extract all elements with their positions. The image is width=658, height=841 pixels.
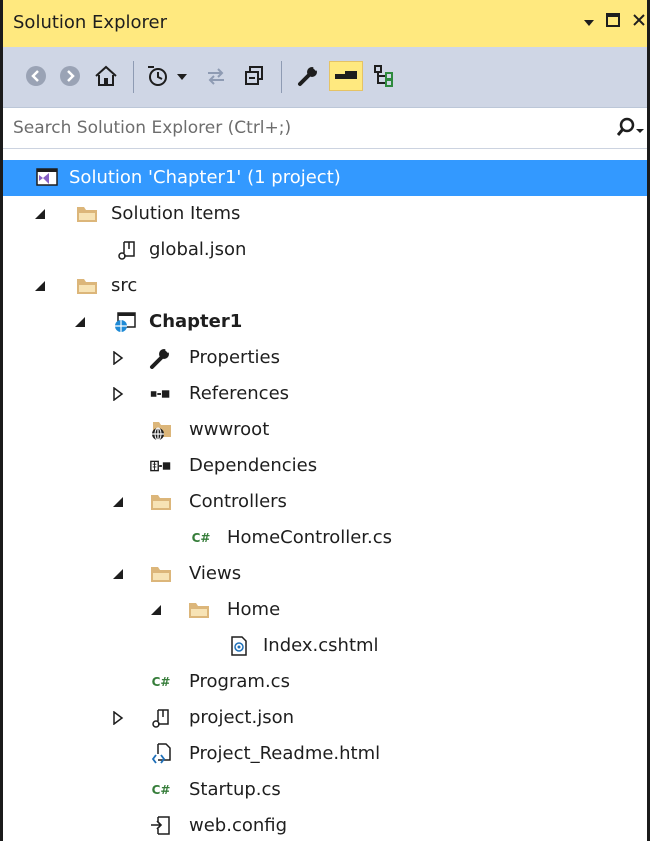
tree-item-label: Program.cs: [189, 671, 290, 692]
folder-icon: [75, 275, 99, 297]
collapse-all-icon[interactable]: [239, 61, 269, 91]
tree-item-startup-cs[interactable]: C# Startup.cs: [3, 772, 647, 808]
tree-item-label: Project_Readme.html: [189, 743, 381, 764]
title-bar: Solution Explorer: [3, 0, 647, 47]
tree-item-web-config[interactable]: web.config: [3, 808, 647, 841]
tree-item-homecontroller[interactable]: C# HomeController.cs: [3, 520, 647, 556]
forward-icon[interactable]: [55, 61, 85, 91]
properties-wrench-icon[interactable]: [293, 61, 323, 91]
maximize-icon[interactable]: [605, 12, 621, 32]
tree-item-project-json[interactable]: project.json: [3, 700, 647, 736]
collapsed-arrow-icon[interactable]: [111, 711, 125, 725]
tree-item-label: web.config: [189, 815, 288, 836]
tree-item-references[interactable]: References: [3, 376, 647, 412]
cshtml-file-icon: [227, 635, 251, 657]
home-icon[interactable]: [91, 61, 121, 91]
expanded-arrow-icon[interactable]: [111, 495, 125, 509]
expanded-arrow-icon[interactable]: [33, 207, 47, 221]
tree-item-controllers[interactable]: Controllers: [3, 484, 647, 520]
tree-item-index-cshtml[interactable]: Index.cshtml: [3, 628, 647, 664]
tree-item-label: Chapter1: [149, 311, 243, 332]
pending-changes-icon[interactable]: [143, 61, 195, 91]
json-file-icon: [149, 707, 173, 729]
globe-folder-icon: [149, 419, 173, 441]
web-project-icon: [113, 311, 137, 333]
tree-item-label: project.json: [189, 707, 294, 728]
view-switch-icon[interactable]: [369, 61, 399, 91]
sync-icon[interactable]: [201, 61, 231, 91]
back-icon[interactable]: [21, 61, 51, 91]
tree-item-label: Controllers: [189, 491, 287, 512]
collapsed-arrow-icon[interactable]: [111, 351, 125, 365]
folder-icon: [75, 203, 99, 225]
tree-item-label: Dependencies: [189, 455, 318, 476]
close-icon[interactable]: [631, 12, 647, 32]
tree-item-home[interactable]: Home: [3, 592, 647, 628]
json-file-icon: [115, 239, 139, 261]
toolbar: [3, 47, 647, 108]
tree-item-project-readme[interactable]: Project_Readme.html: [3, 736, 647, 772]
window-controls: [573, 12, 647, 32]
tree-item-label: Solution 'Chapter1' (1 project): [69, 167, 341, 188]
search-options[interactable]: [616, 117, 645, 141]
dropdown-icon[interactable]: [583, 13, 595, 32]
wrench-icon: [149, 347, 173, 369]
toolbar-separator: [281, 61, 282, 93]
folder-icon: [149, 563, 173, 585]
html-file-icon: [149, 743, 173, 765]
expanded-arrow-icon[interactable]: [33, 279, 47, 293]
tree-item-label: Home: [227, 599, 281, 620]
collapsed-arrow-icon[interactable]: [111, 387, 125, 401]
tree-item-label: References: [189, 383, 290, 404]
tree-item-dependencies[interactable]: Dependencies: [3, 448, 647, 484]
tree-item-label: Views: [189, 563, 242, 584]
expanded-arrow-icon[interactable]: [111, 567, 125, 581]
csharp-file-icon: C#: [191, 531, 211, 545]
toolbar-separator: [133, 61, 134, 93]
csharp-file-icon: C#: [151, 783, 171, 797]
chevron-down-icon[interactable]: [635, 120, 645, 139]
tree-item-label: HomeController.cs: [227, 527, 393, 548]
search-icon[interactable]: [616, 117, 635, 141]
search-input[interactable]: [13, 114, 603, 142]
tree-item-label: src: [111, 275, 138, 296]
solution-explorer-window: Solution Explorer Search Solution Explor…: [0, 0, 650, 841]
tree-item-solution-items[interactable]: Solution Items: [3, 196, 647, 232]
tree-item-label: Index.cshtml: [263, 635, 379, 656]
folder-icon: [187, 599, 211, 621]
preview-selected-icon[interactable]: [329, 61, 363, 91]
tree-item-label: wwwroot: [189, 419, 270, 440]
tree-item-label: Solution Items: [111, 203, 241, 224]
tree-item-label: global.json: [149, 239, 247, 260]
solution-icon: [35, 167, 59, 189]
tree-item-properties[interactable]: Properties: [3, 340, 647, 376]
expanded-arrow-icon[interactable]: [73, 315, 87, 329]
tree-item-program-cs[interactable]: C# Program.cs: [3, 664, 647, 700]
tree-item-global-json[interactable]: global.json: [3, 232, 647, 268]
references-icon: [149, 383, 173, 405]
tree-item-views[interactable]: Views: [3, 556, 647, 592]
expanded-arrow-icon[interactable]: [149, 603, 163, 617]
csharp-file-icon: C#: [151, 675, 171, 689]
tree-item-label: Properties: [189, 347, 280, 368]
tree-item-label: Startup.cs: [189, 779, 281, 800]
tree-item-chapter1[interactable]: Chapter1: [3, 304, 647, 340]
tree-item-src[interactable]: src: [3, 268, 647, 304]
folder-icon: [149, 491, 173, 513]
tree-item-wwwroot[interactable]: wwwroot: [3, 412, 647, 448]
search-bar: [3, 108, 647, 149]
dependencies-icon: [149, 455, 173, 477]
window-title: Solution Explorer: [13, 12, 167, 33]
tree-item-solution[interactable]: Solution 'Chapter1' (1 project): [3, 160, 647, 196]
config-file-icon: [149, 815, 173, 837]
